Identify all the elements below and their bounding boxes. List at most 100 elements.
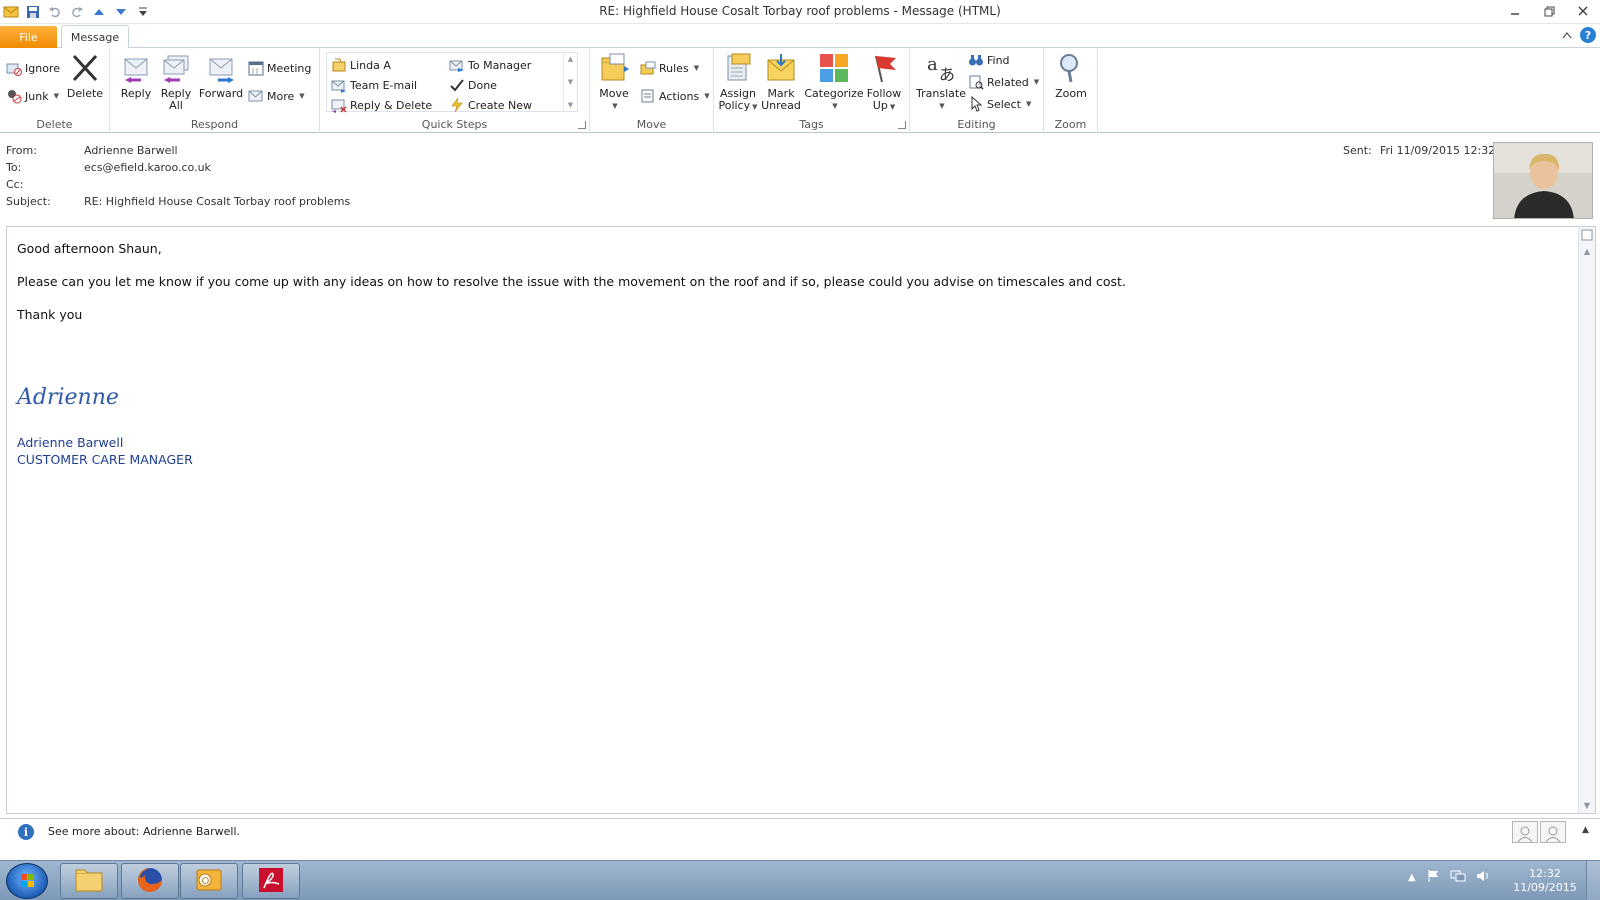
ignore-icon <box>6 60 22 76</box>
restore-button[interactable] <box>1532 0 1566 22</box>
zoom-group-label: Zoom <box>1054 118 1087 131</box>
show-hidden-icons-icon[interactable]: ▲ <box>1408 872 1416 883</box>
ribbon: Ignore Junk ▼ Delete Delete Reply Reply … <box>0 48 1600 133</box>
system-tray: ▲ <box>1408 869 1492 886</box>
taskbar-firefox[interactable] <box>121 863 179 899</box>
rules-button[interactable]: Rules ▼ <box>640 60 699 76</box>
cursor-icon <box>968 96 984 112</box>
ignore-button[interactable]: Ignore <box>6 60 60 76</box>
minimize-button[interactable] <box>1498 0 1532 22</box>
message-body[interactable]: Good afternoon Shaun, Please can you let… <box>6 226 1596 814</box>
related-button[interactable]: Related ▼ <box>968 74 1039 90</box>
to-label: To: <box>6 161 22 174</box>
mark-unread-icon <box>765 52 797 84</box>
delete-button[interactable]: Delete <box>64 52 106 100</box>
assign-policy-icon <box>722 52 754 84</box>
to-manager-icon <box>449 57 465 73</box>
rules-icon <box>640 60 656 76</box>
mark-unread-button[interactable]: Mark Unread <box>760 52 802 112</box>
actions-button[interactable]: Actions ▼ <box>640 88 710 104</box>
taskbar-clock[interactable]: 12:32 11/09/2015 <box>1510 867 1580 895</box>
follow-up-button[interactable]: Follow Up ▼ <box>864 52 904 113</box>
tab-message[interactable]: Message <box>61 25 129 49</box>
more-respond-icon <box>248 88 264 104</box>
person-placeholder-icon[interactable] <box>1512 821 1538 843</box>
network-icon[interactable] <box>1450 869 1466 886</box>
ribbon-tab-controls: ? <box>1562 27 1596 43</box>
scroll-down-arrow[interactable]: ▼ <box>1579 797 1595 813</box>
person-placeholder-icon[interactable] <box>1540 821 1566 843</box>
sender-photo[interactable] <box>1493 142 1593 219</box>
taskbar-outlook[interactable]: O <box>180 863 238 899</box>
zoom-button[interactable]: Zoom <box>1050 52 1092 100</box>
gallery-more-icon[interactable]: ▼ <box>568 101 573 109</box>
junk-button[interactable]: Junk ▼ <box>6 88 59 104</box>
translate-button[interactable]: aあ Translate ▼ <box>916 52 966 112</box>
quick-step-to-manager[interactable]: To Manager <box>449 57 531 73</box>
quick-step-create-new[interactable]: Create New <box>449 97 532 113</box>
message-header: From: Adrienne Barwell To: ecs@efield.ka… <box>0 134 1600 226</box>
vertical-scrollbar[interactable]: ▲ ▼ <box>1578 227 1595 813</box>
magnifier-icon <box>1055 52 1087 84</box>
taskbar-adobe-reader[interactable] <box>242 863 300 899</box>
red-flag-icon <box>868 52 900 84</box>
meeting-button[interactable]: Meeting <box>248 60 311 76</box>
editing-group-label: Editing <box>957 118 996 131</box>
to-value[interactable]: ecs@efield.karoo.co.uk <box>84 161 211 174</box>
action-center-flag-icon[interactable] <box>1426 869 1440 886</box>
more-button[interactable]: More ▼ <box>248 88 305 104</box>
reply-button[interactable]: Reply <box>118 52 154 100</box>
chevron-down-icon: ▼ <box>939 102 945 110</box>
taskbar-explorer[interactable] <box>60 863 118 899</box>
clock-time: 12:32 <box>1529 867 1561 880</box>
reply-delete-icon <box>331 97 347 113</box>
from-label: From: <box>6 144 37 157</box>
taskbar: O ▲ 12:32 11/09/2015 <box>0 860 1600 900</box>
body-paragraph: Please can you let me know if you come u… <box>17 274 1126 289</box>
sent-label: Sent: <box>1343 144 1372 157</box>
assign-policy-button[interactable]: Assign Policy ▼ <box>718 52 758 113</box>
collapse-ribbon-icon[interactable] <box>1562 29 1572 42</box>
close-button[interactable] <box>1566 0 1600 22</box>
adobe-reader-icon <box>256 866 286 897</box>
show-desktop-button[interactable] <box>1586 861 1600 900</box>
calendar-icon <box>248 60 264 76</box>
chevron-down-icon: ▼ <box>299 92 305 100</box>
quick-steps-group: Linda A Team E-mail Reply & Delete To Ma… <box>320 48 590 133</box>
scroll-settings-icon[interactable] <box>1579 227 1595 243</box>
find-button[interactable]: Find <box>968 52 1010 68</box>
move-group: Move ▼ Rules ▼ Actions ▼ Move <box>590 48 714 133</box>
move-button[interactable]: Move ▼ <box>596 52 632 112</box>
quick-steps-group-label: Quick Steps <box>421 118 488 131</box>
delete-group: Ignore Junk ▼ Delete Delete <box>0 48 110 133</box>
ribbon-tabs: File Message ? <box>0 24 1600 49</box>
window-title: RE: Highfield House Cosalt Torbay roof p… <box>599 4 1001 18</box>
scroll-up-icon[interactable]: ▲ <box>568 55 573 63</box>
quick-step-reply-delete[interactable]: Reply & Delete <box>331 97 432 113</box>
quick-steps-scroll[interactable]: ▲ ▼ ▼ <box>563 53 577 111</box>
quick-step-linda-a[interactable]: Linda A <box>331 57 391 73</box>
scroll-down-icon[interactable]: ▼ <box>568 78 573 86</box>
tab-file[interactable]: File <box>0 26 57 48</box>
team-email-icon <box>331 77 347 93</box>
move-to-folder-icon <box>331 57 347 73</box>
categorize-button[interactable]: Categorize ▼ <box>804 52 864 112</box>
message-body-text: Good afternoon Shaun, Please can you let… <box>17 241 1126 340</box>
help-icon[interactable]: ? <box>1580 27 1596 43</box>
zoom-group: Zoom Zoom <box>1044 48 1098 133</box>
quick-step-team-email[interactable]: Team E-mail <box>331 77 417 93</box>
related-icon <box>968 74 984 90</box>
forward-button[interactable]: Forward <box>198 52 244 100</box>
volume-icon[interactable] <box>1476 869 1492 886</box>
svg-text:O: O <box>202 876 210 887</box>
select-button[interactable]: Select ▼ <box>968 96 1031 112</box>
scroll-up-arrow[interactable]: ▲ <box>1579 243 1595 259</box>
expand-people-pane-icon[interactable]: ▲ <box>1582 825 1589 835</box>
people-pane-text[interactable]: See more about: Adrienne Barwell. <box>48 825 240 838</box>
binoculars-icon <box>968 52 984 68</box>
quick-step-done[interactable]: Done <box>449 77 497 93</box>
reply-all-button[interactable]: Reply All <box>158 52 194 112</box>
chevron-down-icon: ▼ <box>612 102 618 110</box>
start-button[interactable] <box>6 863 48 899</box>
from-value[interactable]: Adrienne Barwell <box>84 144 178 157</box>
